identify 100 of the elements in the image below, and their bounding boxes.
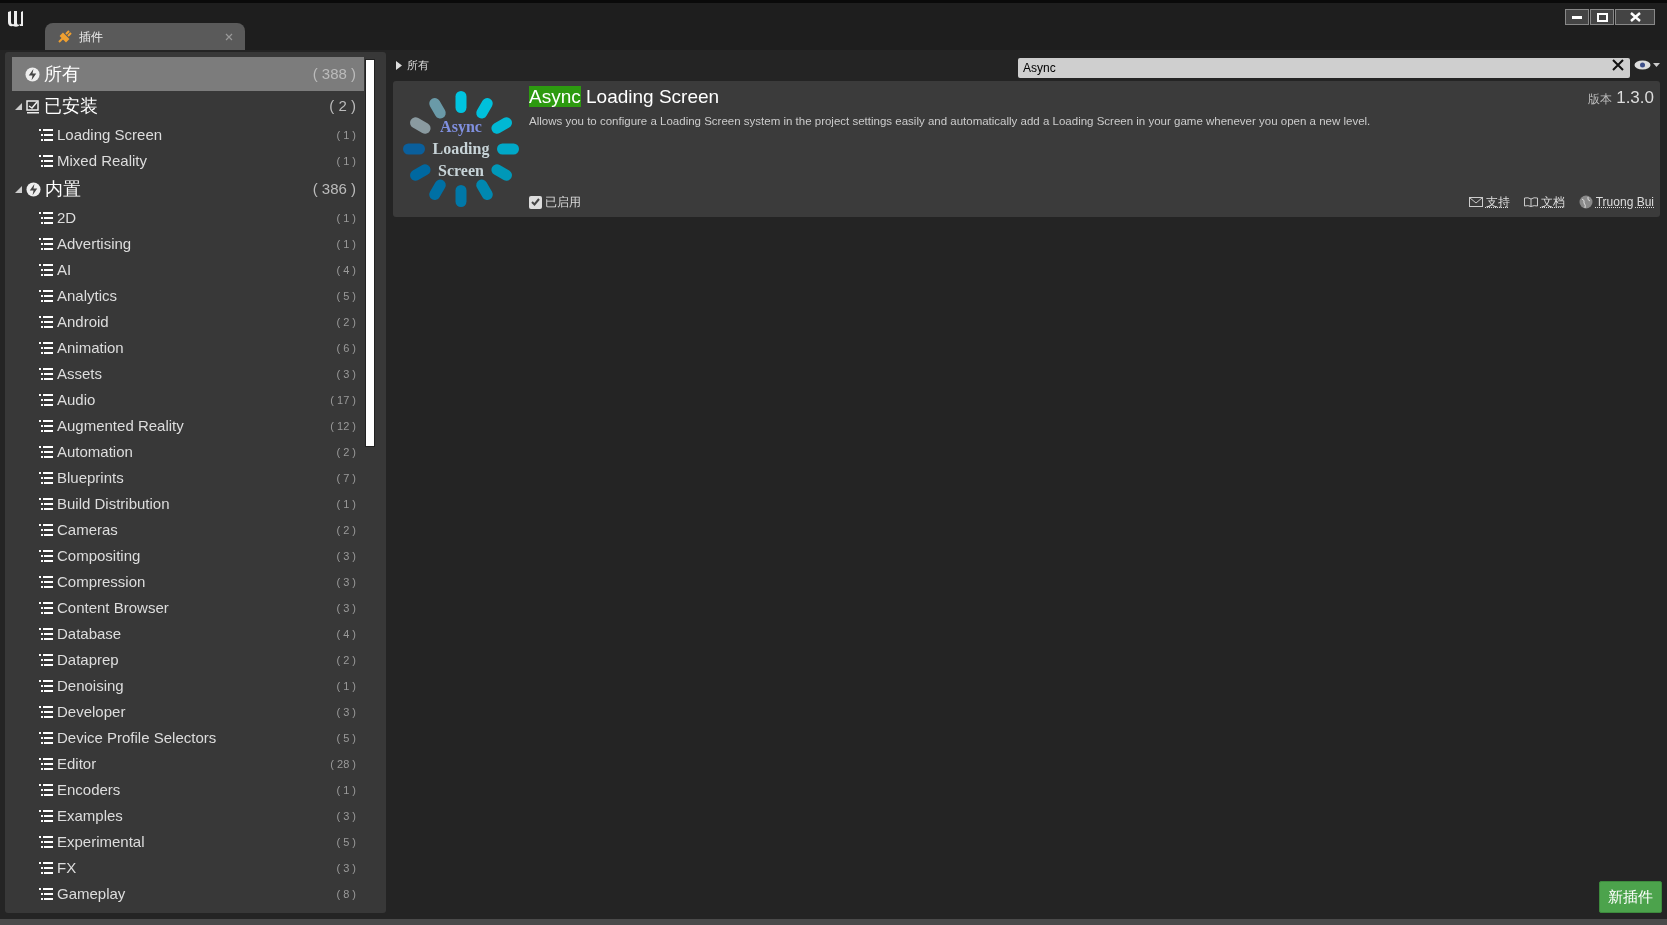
category-item[interactable]: 内置 ( 386 ): [12, 174, 364, 205]
item-count: ( 2 ): [336, 314, 356, 330]
list-icon: [39, 576, 53, 588]
envelope-icon: [1468, 197, 1483, 207]
category-item[interactable]: Compression ( 3 ): [12, 569, 364, 595]
maximize-icon: [1596, 12, 1608, 22]
plugin-description: Allows you to configure a Loading Screen system in the project settings easily and automatically add a Loading Screen in your game whenever you open a new level.: [529, 113, 1372, 129]
category-item[interactable]: Examples ( 3 ): [12, 803, 364, 829]
list-icon: [39, 628, 53, 640]
category-item[interactable]: Assets ( 3 ): [12, 361, 364, 387]
list-icon: [39, 368, 53, 380]
item-count: ( 1 ): [336, 678, 356, 694]
category-item[interactable]: Compositing ( 3 ): [12, 543, 364, 569]
plugin-title: Async Loading Screen: [529, 85, 720, 109]
logo-text: Screen: [438, 161, 484, 181]
version-number: 1.3.0: [1616, 87, 1654, 109]
item-count: ( 17 ): [330, 392, 356, 408]
list-icon: [39, 129, 53, 141]
documentation-link[interactable]: 文档: [1540, 193, 1565, 211]
item-count: ( 1 ): [336, 782, 356, 798]
category-item[interactable]: Augmented Reality ( 12 ): [12, 413, 364, 439]
category-item[interactable]: Mixed Reality ( 1 ): [12, 148, 364, 174]
list-icon: [39, 524, 53, 536]
expand-arrow-icon[interactable]: [396, 60, 402, 70]
close-button[interactable]: [1615, 9, 1655, 25]
item-count: ( 6 ): [336, 340, 356, 356]
list-icon: [39, 888, 53, 900]
category-item[interactable]: Blueprints ( 7 ): [12, 465, 364, 491]
category-item[interactable]: Database ( 4 ): [12, 621, 364, 647]
category-item[interactable]: Content Browser ( 3 ): [12, 595, 364, 621]
logo-text: Async: [440, 117, 482, 138]
category-item[interactable]: Advertising ( 1 ): [12, 231, 364, 257]
category-item[interactable]: Encoders ( 1 ): [12, 777, 364, 803]
view-options-button[interactable]: [1634, 60, 1660, 70]
scrollbar-thumb[interactable]: [365, 59, 375, 447]
collapse-arrow-icon[interactable]: [15, 186, 22, 193]
list-icon: [39, 290, 53, 302]
support-link[interactable]: 支持: [1485, 193, 1510, 211]
clear-icon[interactable]: [1612, 59, 1624, 71]
engine-logo-icon: [5, 9, 25, 29]
list-icon: [39, 862, 53, 874]
item-count: ( 2 ): [336, 444, 356, 460]
maximize-button[interactable]: [1590, 9, 1614, 25]
item-count: ( 28 ): [330, 756, 356, 772]
category-item[interactable]: 所有 ( 388 ): [12, 57, 364, 91]
item-count: ( 1 ): [336, 127, 356, 143]
list-icon: [39, 706, 53, 718]
item-count: ( 8 ): [336, 886, 356, 902]
category-item[interactable]: 2D ( 1 ): [12, 205, 364, 231]
category-item[interactable]: Automation ( 2 ): [12, 439, 364, 465]
category-item[interactable]: Denoising ( 1 ): [12, 673, 364, 699]
category-item[interactable]: Gameplay ( 8 ): [12, 881, 364, 907]
list-icon: [39, 155, 53, 167]
category-item[interactable]: Audio ( 17 ): [12, 387, 364, 413]
item-count: ( 1 ): [336, 153, 356, 169]
category-item[interactable]: Animation ( 6 ): [12, 335, 364, 361]
category-item[interactable]: Dataprep ( 2 ): [12, 647, 364, 673]
category-item[interactable]: Experimental ( 5 ): [12, 829, 364, 855]
category-item[interactable]: AI ( 4 ): [12, 257, 364, 283]
list-icon: [39, 264, 53, 276]
plugins-tab[interactable]: 插件: [45, 23, 245, 50]
category-item[interactable]: Developer ( 3 ): [12, 699, 364, 725]
list-icon: [39, 342, 53, 354]
list-icon: [39, 758, 53, 770]
minimize-button[interactable]: [1565, 9, 1589, 25]
plug-icon: [57, 29, 73, 44]
category-item[interactable]: Android ( 2 ): [12, 309, 364, 335]
category-item[interactable]: Analytics ( 5 ): [12, 283, 364, 309]
author-link[interactable]: Truong Bui: [1595, 193, 1654, 211]
book-icon: [1523, 197, 1538, 207]
globe-icon: [1578, 195, 1593, 209]
category-item[interactable]: 已安装 ( 2 ): [12, 91, 364, 122]
list-icon: [39, 316, 53, 328]
category-item[interactable]: Build Distribution ( 1 ): [12, 491, 364, 517]
category-item[interactable]: Loading Screen ( 1 ): [12, 122, 364, 148]
item-count: ( 2 ): [336, 652, 356, 668]
category-item[interactable]: Editor ( 28 ): [12, 751, 364, 777]
category-item[interactable]: Cameras ( 2 ): [12, 517, 364, 543]
eye-icon: [1634, 60, 1651, 70]
list-icon: [39, 654, 53, 666]
list-icon: [39, 810, 53, 822]
category-item[interactable]: FX ( 3 ): [12, 855, 364, 881]
breadcrumb-link[interactable]: 所有: [407, 56, 429, 74]
collapse-arrow-icon[interactable]: [15, 103, 22, 110]
item-count: ( 4 ): [336, 626, 356, 642]
lightning-icon: [25, 66, 40, 82]
item-count: ( 12 ): [330, 418, 356, 434]
item-count: ( 2 ): [336, 522, 356, 538]
item-count: ( 5 ): [336, 288, 356, 304]
list-icon: [39, 420, 53, 432]
list-icon: [39, 394, 53, 406]
category-item[interactable]: Device Profile Selectors ( 5 ): [12, 725, 364, 751]
list-icon: [39, 446, 53, 458]
item-count: ( 4 ): [336, 262, 356, 278]
item-count: ( 386 ): [312, 179, 356, 200]
item-count: ( 388 ): [312, 63, 356, 84]
item-count: ( 3 ): [336, 548, 356, 564]
enabled-checkbox[interactable]: [529, 195, 542, 209]
item-count: ( 1 ): [336, 496, 356, 512]
search-field[interactable]: Async: [1018, 58, 1630, 78]
